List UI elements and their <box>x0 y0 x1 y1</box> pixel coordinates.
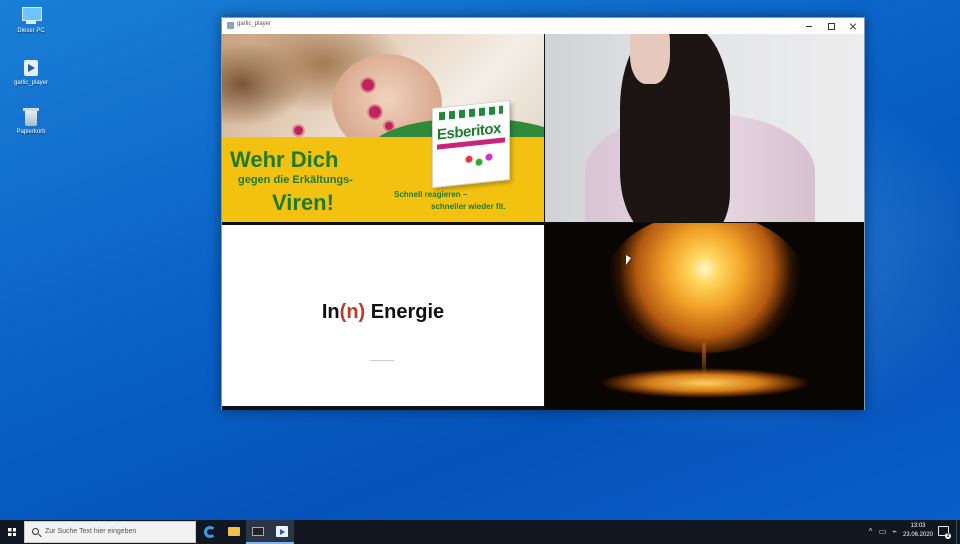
maximize-button[interactable] <box>820 18 842 34</box>
desktop-icon-recycle-bin[interactable]: Papierkorb <box>8 107 54 136</box>
taskbar-app-file-explorer[interactable] <box>222 520 246 544</box>
fire-wave <box>565 363 845 405</box>
energie-title: In(n) Energie <box>222 301 544 324</box>
photo-tile-woman <box>545 34 864 222</box>
notification-count-badge: 2 <box>945 533 951 539</box>
desktop-icon-label: Dieser PC <box>17 28 45 34</box>
file-explorer-icon <box>228 527 240 536</box>
energie-title-tile: In(n) Energie <box>222 225 544 406</box>
mouse-cursor-icon <box>626 255 631 265</box>
tray-chevron-up-icon[interactable]: ^ <box>866 527 875 536</box>
player-app-icon <box>20 58 42 78</box>
tray-power-icon[interactable]: ⌁ <box>890 527 899 536</box>
ad-headline-1: Wehr Dich <box>230 147 339 172</box>
desktop-icon-label: Papierkorb <box>16 129 46 135</box>
garlic-player-window[interactable]: garlic_player Wehr Dich gegen die Erkält… <box>221 17 865 410</box>
tray-network-icon[interactable]: ▭ <box>878 527 887 536</box>
terminal-icon <box>252 527 264 536</box>
energie-underline <box>370 360 394 361</box>
clock-date[interactable]: 23.06.2020 <box>901 532 935 538</box>
desktop-icon-garlic-player[interactable]: garlic_player <box>8 58 54 87</box>
close-button[interactable] <box>842 18 864 34</box>
ad-headline-2: gegen die Erkältungs- <box>238 174 353 186</box>
search-placeholder: Zur Suche Text hier eingeben <box>45 528 137 535</box>
product-box: Esberitox <box>432 99 510 189</box>
fire-burst <box>605 223 805 353</box>
start-button[interactable] <box>0 520 24 544</box>
fire-video-tile <box>545 223 864 410</box>
virus-icon <box>294 126 303 135</box>
search-icon <box>32 528 39 535</box>
taskbar-app-edge[interactable] <box>198 520 222 544</box>
clock-time[interactable]: 13:03 <box>903 523 933 529</box>
app-icon <box>227 22 234 29</box>
this-pc-icon <box>20 6 42 26</box>
minimize-button[interactable] <box>798 18 820 34</box>
taskbar-search-box[interactable]: Zur Suche Text hier eingeben <box>24 521 196 543</box>
energie-letter: n <box>346 301 359 323</box>
ad-tile: Wehr Dich gegen die Erkältungs- Viren! S… <box>222 34 544 222</box>
ad-tagline-1: Schnell reagieren – <box>394 190 468 199</box>
desktop-icon-label: garlic_player <box>13 80 49 86</box>
desktop-icon-this-pc[interactable]: Dieser PC <box>8 6 54 35</box>
energie-suffix: Energie <box>365 301 445 323</box>
taskbar-app-terminal[interactable] <box>246 520 270 544</box>
ad-tagline-2: schneller wieder fit. <box>431 202 506 211</box>
show-desktop-button[interactable] <box>956 520 960 544</box>
energie-prefix: In <box>321 301 340 323</box>
taskbar-app-garlic-player[interactable] <box>270 520 294 544</box>
player-content-grid: Wehr Dich gegen die Erkältungs- Viren! S… <box>222 34 864 410</box>
window-title: garlic_player <box>237 21 272 27</box>
product-box-stripes <box>439 105 503 121</box>
windows-logo-icon <box>8 528 16 536</box>
virus-icon <box>362 79 374 91</box>
edge-icon <box>204 526 216 538</box>
recycle-bin-icon <box>20 107 42 127</box>
garlic-player-icon <box>276 526 288 537</box>
window-titlebar[interactable]: garlic_player <box>222 18 864 34</box>
virus-icon <box>369 106 381 118</box>
ad-headline-3: Viren! <box>272 190 334 215</box>
woman-face <box>630 34 670 84</box>
product-box-dots <box>463 150 499 172</box>
taskbar: Zur Suche Text hier eingeben ^ ▭ ⌁ 13:03… <box>0 520 960 544</box>
